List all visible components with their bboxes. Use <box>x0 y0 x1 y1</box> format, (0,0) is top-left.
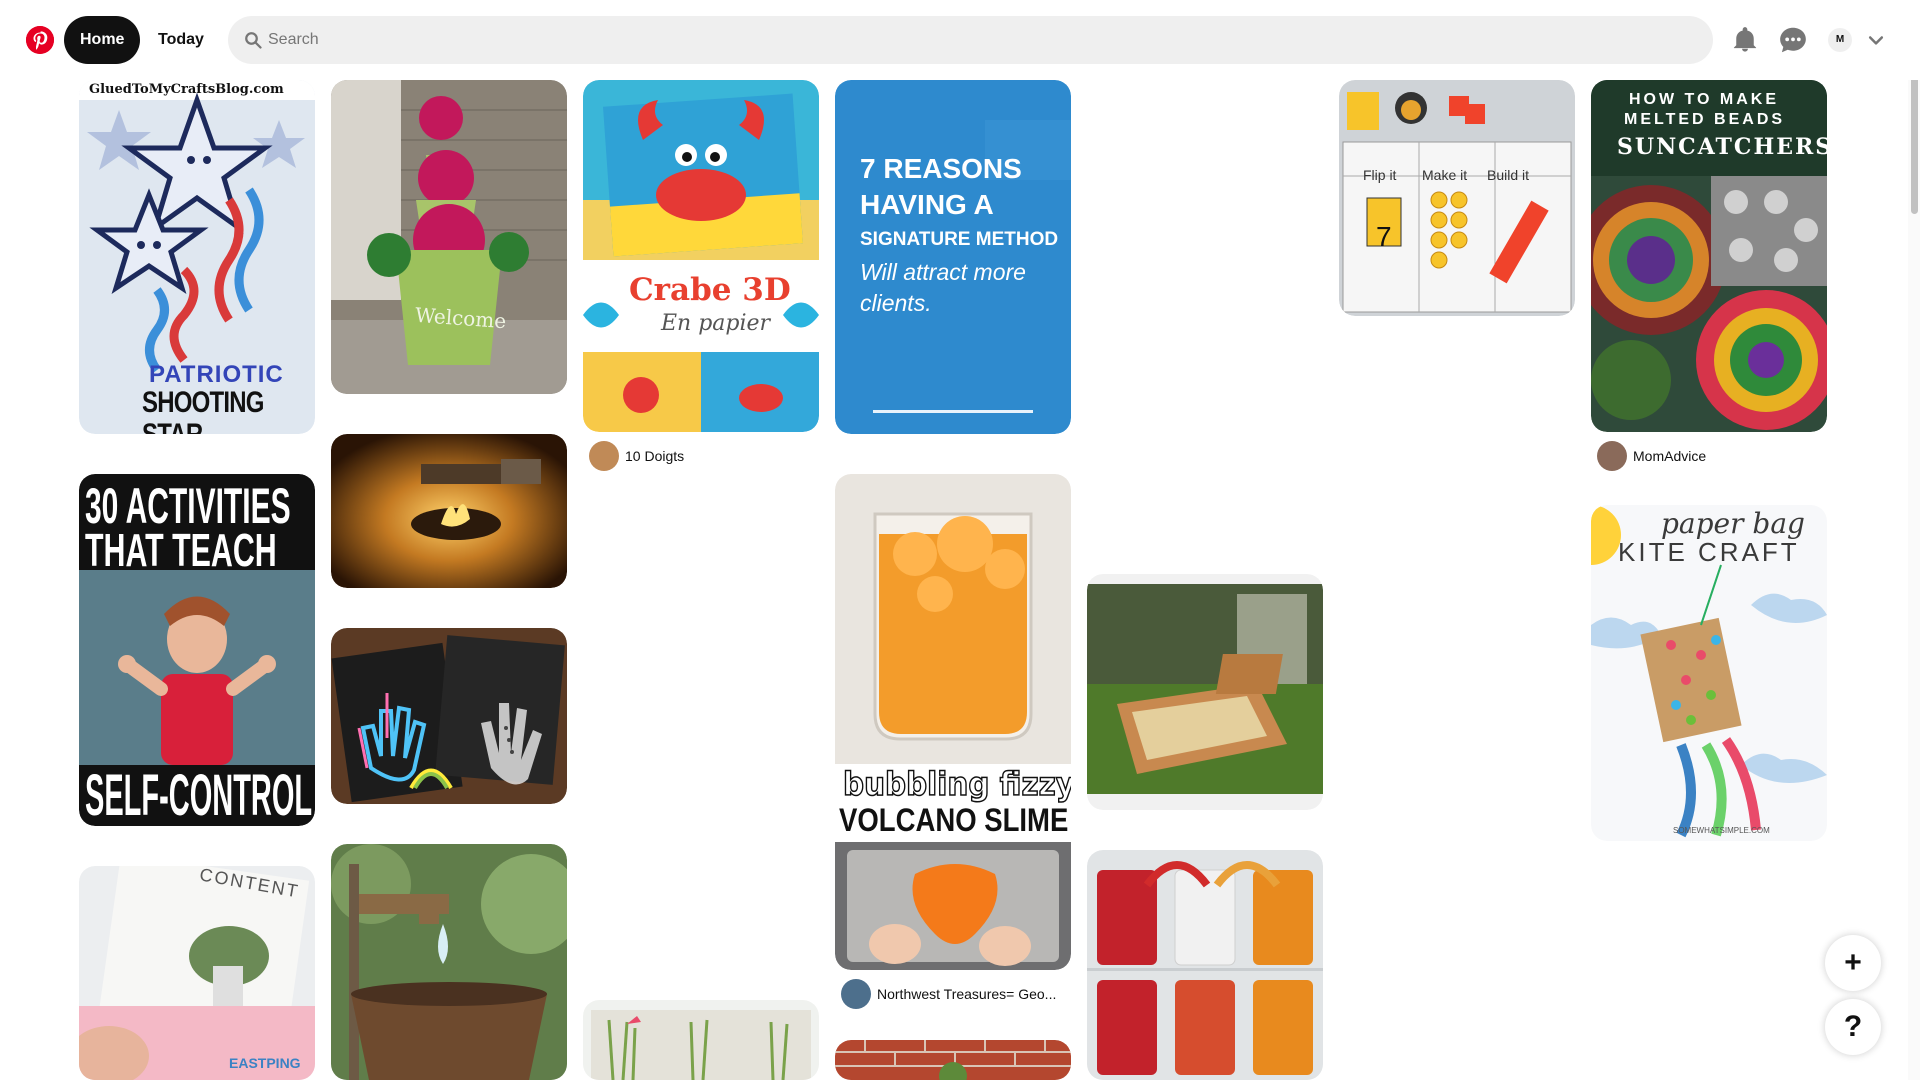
pin-paper-bag-kite[interactable]: paper bag KITE CRAFT SOMEWHATSIMPLE.COM <box>1591 505 1827 841</box>
pin-col3-label: Build it <box>1487 167 1530 183</box>
avatar <box>1597 441 1627 471</box>
pin-grass-planter[interactable] <box>583 1000 819 1080</box>
bell-icon[interactable] <box>1731 26 1759 54</box>
pin-melted-bead-suncatchers[interactable]: HOW TO MAKE MELTED BEADS SUNCATCHERS <box>1591 80 1827 432</box>
pin-color-jars[interactable] <box>1087 850 1323 1080</box>
pin-faucet-fountain[interactable] <box>331 844 567 1080</box>
pin-title: Crabe 3D <box>629 272 791 308</box>
pin-magazine-content[interactable]: CONTENT EASTPING <box>79 866 315 1080</box>
pin-author-name: MomAdvice <box>1633 448 1707 464</box>
today-tab[interactable]: Today <box>142 16 220 64</box>
pin-title-line5: clients. <box>860 290 932 316</box>
pin-title-line3: SELF-CONTROL <box>85 763 313 826</box>
pin-image <box>1087 574 1323 810</box>
pin-author-name: 10 Doigts <box>625 448 685 464</box>
search-bar[interactable] <box>228 16 1713 64</box>
pin-title-line2: MELTED BEADS <box>1624 111 1786 128</box>
user-avatar[interactable]: M <box>1828 28 1852 52</box>
pin-image <box>835 1040 1071 1080</box>
pin-author-name: Northwest Treasures= Geo... <box>877 986 1057 1002</box>
pin-image <box>331 80 567 394</box>
pin-30-activities[interactable]: 30 ACTIVITIES THAT TEACH SELF-CONTROL <box>79 474 315 826</box>
chat-bubble-icon[interactable] <box>1779 26 1807 54</box>
pin-image <box>1087 850 1323 1080</box>
pin-crabe-3d[interactable]: Crabe 3D En papier <box>583 80 819 432</box>
pin-title-line2: THAT TEACH <box>85 524 277 576</box>
pin-image <box>583 1000 819 1080</box>
pin-image <box>1339 80 1575 316</box>
pin-brand: EASTPING <box>229 1055 301 1071</box>
pin-site-text: GluedToMyCraftsBlog.com <box>89 82 284 97</box>
pin-volcano-slime[interactable]: bubbling fizzy VOLCANO SLIME <box>835 474 1071 970</box>
chevron-down-icon[interactable] <box>1866 30 1886 50</box>
pin-title-line1: HOW TO MAKE <box>1629 91 1780 108</box>
pin-title-line2: VOLCANO SLIME <box>839 802 1069 838</box>
pin-attribution[interactable]: Northwest Treasures= Geo... <box>835 976 1071 1012</box>
pin-title-line4: Will attract more <box>860 259 1026 285</box>
page-scrollbar[interactable] <box>1908 0 1920 1080</box>
pin-title-line2: HAVING A <box>860 189 994 220</box>
pin-title-line1: PATRIOTIC <box>149 361 284 388</box>
pin-fire-pit[interactable] <box>331 434 567 588</box>
avatar <box>589 441 619 471</box>
pin-subtitle: En papier <box>661 311 771 336</box>
help-button[interactable]: ? <box>1825 999 1881 1055</box>
pin-image <box>1591 80 1827 432</box>
pin-handprint-art[interactable] <box>331 628 567 804</box>
pin-title-line3: SIGNATURE METHOD <box>860 229 1059 250</box>
avatar <box>841 979 871 1009</box>
pin-image <box>331 844 567 1080</box>
pin-flip-make-build[interactable]: Flip it Make it Build it 7 <box>1339 80 1575 316</box>
pin-title-line2: KITE CRAFT <box>1618 537 1800 567</box>
pin-attribution[interactable]: MomAdvice <box>1591 438 1827 474</box>
pin-brick-planter[interactable] <box>835 1040 1071 1080</box>
pin-attribution[interactable]: 10 Doigts <box>583 438 819 474</box>
pin-title-line1: 7 REASONS <box>860 153 1022 184</box>
pin-title-line1: paper bag <box>1661 507 1805 540</box>
pin-wooden-sandbox[interactable] <box>1087 574 1323 810</box>
pin-number: 7 <box>1376 221 1392 252</box>
pinterest-logo-icon[interactable] <box>26 26 54 54</box>
pin-image <box>331 628 567 804</box>
home-tab[interactable]: Home <box>64 16 141 64</box>
pin-col1-label: Flip it <box>1363 167 1397 183</box>
search-input[interactable] <box>268 16 1688 64</box>
pin-flower-pots[interactable]: Welcome <box>331 80 567 394</box>
pin-title-line2: SHOOTING STAR <box>142 386 264 434</box>
pin-image <box>331 434 567 588</box>
pin-title-line3: SUNCATCHERS <box>1617 134 1827 160</box>
pin-image <box>835 474 1071 970</box>
search-icon <box>245 32 262 49</box>
pin-7-reasons[interactable]: 7 REASONS HAVING A SIGNATURE METHOD Will… <box>835 80 1071 434</box>
pin-image <box>835 80 1071 434</box>
top-navigation-bar: Home Today M <box>0 0 1920 80</box>
create-button[interactable]: + <box>1825 935 1881 991</box>
pin-patriotic-shooting-star[interactable]: GluedToMyCraftsBlog.com PATRIOTIC SHOOTI… <box>79 80 315 434</box>
pin-title-line1: bubbling fizzy <box>842 765 1071 803</box>
pin-image <box>583 80 819 432</box>
pin-col2-label: Make it <box>1422 167 1468 183</box>
pin-site-text: SOMEWHATSIMPLE.COM <box>1673 826 1770 835</box>
